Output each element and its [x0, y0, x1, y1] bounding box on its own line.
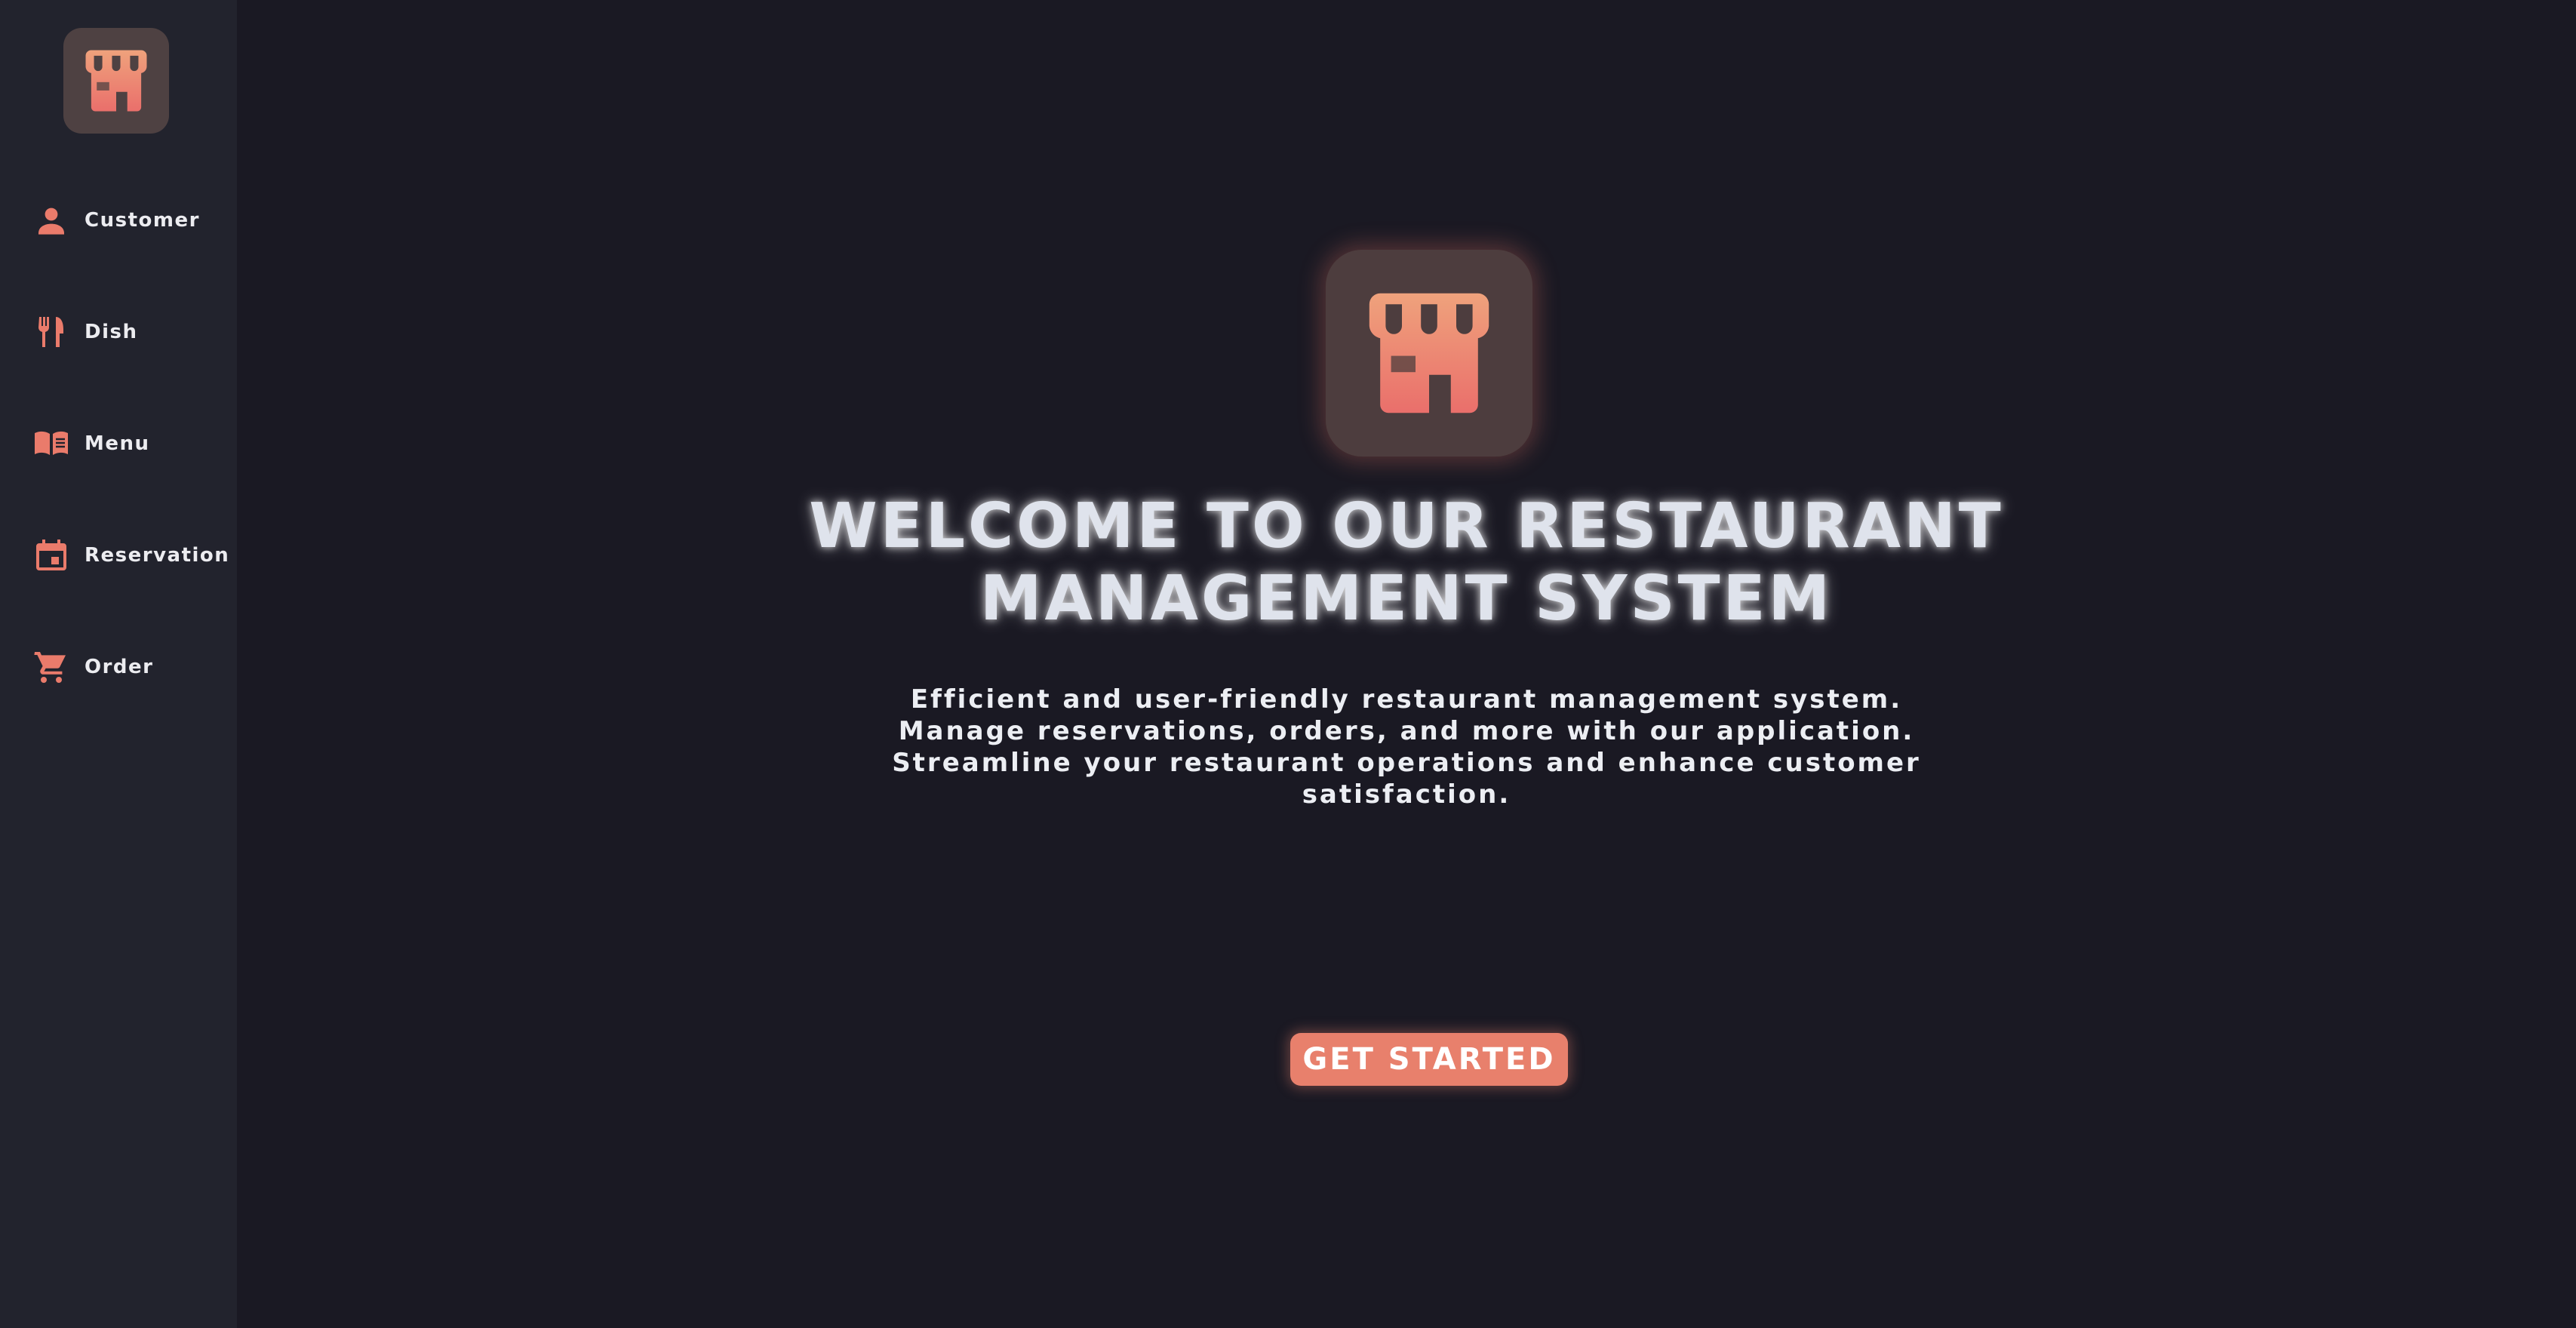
sidebar: Customer Dish Menu Reservation Order — [0, 0, 237, 1328]
description-line: Efficient and user-friendly restaurant m… — [910, 684, 1903, 715]
sidebar-item-label: Customer — [85, 209, 200, 232]
hero-logo — [1326, 250, 1532, 456]
storefront-icon — [85, 50, 147, 112]
menu-book-icon — [33, 426, 69, 462]
get-started-button[interactable]: GET STARTED — [1290, 1033, 1568, 1086]
sidebar-item-label: Order — [85, 656, 154, 678]
page-title-line: MANAGEMENT SYSTEM — [979, 563, 1834, 635]
description-line: satisfaction. — [1302, 779, 1511, 810]
storefront-icon — [1369, 293, 1489, 413]
sidebar-item-reservation[interactable]: Reservation — [0, 525, 237, 586]
sidebar-item-menu[interactable]: Menu — [0, 413, 237, 474]
fork-knife-icon — [33, 314, 69, 350]
sidebar-item-label: Menu — [85, 432, 150, 455]
shopping-cart-icon — [33, 649, 69, 685]
sidebar-item-order[interactable]: Order — [0, 637, 237, 697]
sidebar-logo[interactable] — [63, 28, 169, 134]
hero-description: Efficient and user-friendly restaurant m… — [863, 684, 1950, 810]
person-icon — [33, 202, 69, 238]
sidebar-item-dish[interactable]: Dish — [0, 302, 237, 362]
page-title: WELCOME TO OUR RESTAURANT MANAGEMENT SYS… — [463, 490, 2350, 635]
main-content: WELCOME TO OUR RESTAURANT MANAGEMENT SYS… — [237, 0, 2576, 1328]
calendar-icon — [33, 537, 69, 573]
description-line: Manage reservations, orders, and more wi… — [898, 716, 1915, 746]
app-root: Customer Dish Menu Reservation Order WEL… — [0, 0, 2576, 1328]
page-title-line: WELCOME TO OUR RESTAURANT — [809, 490, 2004, 562]
sidebar-item-customer[interactable]: Customer — [0, 190, 237, 251]
sidebar-item-label: Reservation — [85, 544, 230, 567]
description-line: Streamline your restaurant operations an… — [892, 748, 1921, 778]
sidebar-item-label: Dish — [85, 321, 138, 343]
